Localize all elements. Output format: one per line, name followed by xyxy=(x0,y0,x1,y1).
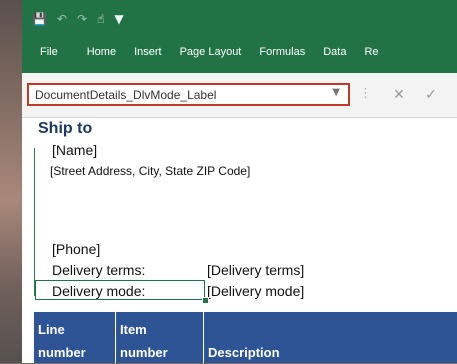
tab-home[interactable]: Home xyxy=(78,42,125,62)
formula-bar: DocumentDetails_DlvMode_Label ▼ ⋮ ✕ ✓ xyxy=(22,73,457,118)
undo-icon[interactable]: ↶ xyxy=(57,12,67,26)
enter-icon[interactable]: ✓ xyxy=(418,85,444,105)
tab-data[interactable]: Data xyxy=(314,42,355,62)
item-label: Item xyxy=(120,322,147,337)
touch-mode-icon[interactable]: ☝ xyxy=(97,12,104,26)
name-box[interactable]: DocumentDetails_DlvMode_Label ▼ xyxy=(27,83,350,106)
selected-cell[interactable] xyxy=(35,280,205,300)
lines-table-header: Line number Item number Description xyxy=(34,312,457,363)
tab-review[interactable]: Re xyxy=(355,42,387,62)
ship-to-name[interactable]: [Name] xyxy=(52,142,97,158)
number-label: number xyxy=(38,345,86,360)
delivery-terms-label[interactable]: Delivery terms: xyxy=(52,262,145,278)
border-line xyxy=(34,148,35,296)
line-label: Line xyxy=(38,322,65,337)
customize-qat-icon[interactable]: ▼ xyxy=(114,12,123,26)
desktop-background xyxy=(0,0,22,363)
delivery-terms-value[interactable]: [Delivery terms] xyxy=(207,262,304,278)
save-icon[interactable]: 💾 xyxy=(32,12,47,26)
chevron-down-icon[interactable]: ▼ xyxy=(332,87,340,98)
column-header-description[interactable]: Description xyxy=(204,312,457,363)
name-box-value: DocumentDetails_DlvMode_Label xyxy=(35,88,217,102)
description-label: Description xyxy=(208,345,280,360)
delivery-mode-value[interactable]: [Delivery mode] xyxy=(207,283,304,299)
ship-to-phone[interactable]: [Phone] xyxy=(52,241,100,257)
fill-handle[interactable] xyxy=(202,297,209,304)
tab-formulas[interactable]: Formulas xyxy=(250,42,314,62)
column-header-item-number[interactable]: Item number xyxy=(116,312,204,363)
worksheet[interactable]: Ship to [Name] [Street Address, City, St… xyxy=(22,118,457,363)
ship-to-heading: Ship to xyxy=(38,120,93,137)
quick-access-toolbar: 💾 ↶ ↷ ☝ ▼ xyxy=(22,8,124,30)
formula-bar-grip-icon: ⋮ xyxy=(359,86,372,101)
redo-icon[interactable]: ↷ xyxy=(77,12,87,26)
column-header-line-number[interactable]: Line number xyxy=(34,312,116,363)
ribbon-tabs: File Home Insert Page Layout Formulas Da… xyxy=(22,42,388,62)
ship-to-address[interactable]: [Street Address, City, State ZIP Code] xyxy=(50,164,250,178)
tab-page-layout[interactable]: Page Layout xyxy=(171,42,251,62)
tab-insert[interactable]: Insert xyxy=(125,42,171,62)
number-label: number xyxy=(120,345,168,360)
tab-file[interactable]: File xyxy=(22,42,78,62)
ribbon: 💾 ↶ ↷ ☝ ▼ File Home Insert Page Layout F… xyxy=(22,0,457,73)
cancel-icon[interactable]: ✕ xyxy=(386,85,412,105)
